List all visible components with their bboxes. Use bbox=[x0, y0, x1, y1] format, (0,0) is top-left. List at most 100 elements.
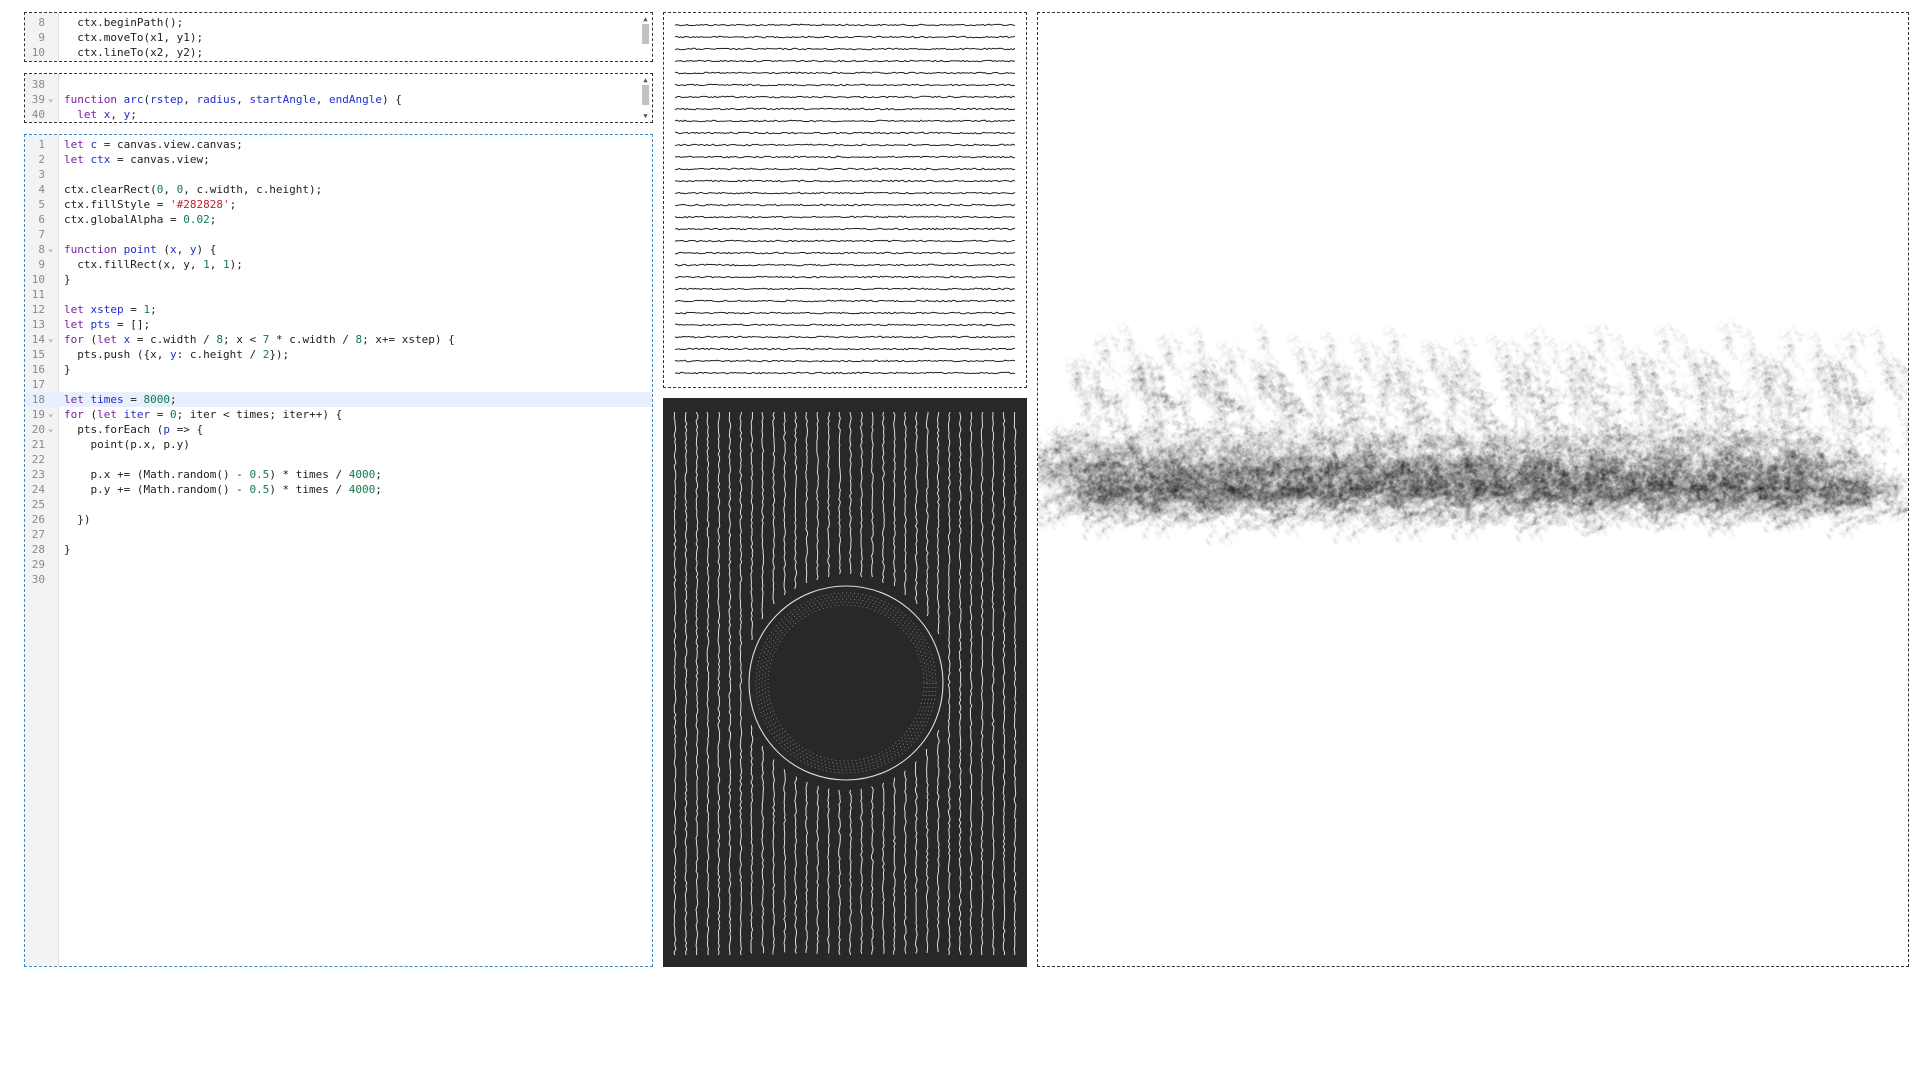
code-token: ) * times / bbox=[269, 483, 349, 496]
code-token: x bbox=[169, 243, 177, 256]
line-number: 8 bbox=[38, 16, 45, 29]
code-token: 0.5 bbox=[249, 468, 270, 481]
code-token: p bbox=[163, 423, 170, 436]
fold-chevron-icon[interactable]: ⌄ bbox=[48, 92, 53, 107]
fold-chevron-icon[interactable]: ⌄ bbox=[48, 407, 53, 422]
code-line[interactable]: 39 ⌄ function arc(rstep, radius, startAngl… bbox=[25, 92, 638, 107]
wavy-lines-artwork bbox=[664, 13, 1026, 387]
code-line[interactable]: 14 ⌄ for (let x = c.width / 8; x < 7 * c.w… bbox=[25, 332, 652, 347]
code-editor-main[interactable]: 1 let c = canvas.view.canvas; 2 let ctx = c… bbox=[24, 134, 653, 967]
fold-chevron-icon[interactable]: ⌄ bbox=[48, 242, 53, 257]
code-line[interactable]: 24 p.y += (Math.random() - 0.5) * times … bbox=[25, 482, 652, 497]
code-line[interactable]: 7 bbox=[25, 227, 652, 242]
code-token: ; bbox=[375, 468, 382, 481]
code-token: = []; bbox=[110, 318, 151, 331]
code-line[interactable]: 20 ⌄ pts.forEach (p => { bbox=[25, 422, 652, 437]
code-line[interactable]: 9 ctx.moveTo(x1, y1); bbox=[25, 30, 638, 45]
code-line[interactable]: 23 p.x += (Math.random() - 0.5) * times … bbox=[25, 467, 652, 482]
code-line[interactable]: 1 let c = canvas.view.canvas; bbox=[25, 137, 652, 152]
code-line[interactable]: 22 bbox=[25, 452, 652, 467]
code-token: ; bbox=[375, 483, 382, 496]
code-editor-snippet-1[interactable]: 8 ctx.beginPath(); 9 ctx.moveTo(x1, y1); 1… bbox=[24, 12, 653, 62]
code-line[interactable]: 3 bbox=[25, 167, 652, 182]
code-token: = bbox=[150, 408, 170, 421]
code-line[interactable]: 18 let times = 8000; bbox=[25, 392, 652, 407]
code-token: ; x+= xstep) { bbox=[362, 333, 455, 346]
code-line[interactable]: 4 ctx.clearRect(0, 0, c.width, c.height); bbox=[25, 182, 652, 197]
code-line[interactable]: 30 bbox=[25, 572, 652, 587]
code-token: let bbox=[77, 108, 104, 121]
scrollbar[interactable]: ▲ bbox=[641, 15, 650, 59]
line-number: 8 bbox=[38, 243, 45, 256]
code-line[interactable]: 17 bbox=[25, 377, 652, 392]
code-token: p.y += (Math.random() - bbox=[64, 483, 250, 496]
vertical-lines-artwork bbox=[663, 398, 1027, 967]
line-number: 19 bbox=[31, 408, 45, 421]
code-text: } bbox=[64, 542, 71, 557]
code-line[interactable]: 13 let pts = []; bbox=[25, 317, 652, 332]
scrollbar[interactable]: ▲ ▼ bbox=[641, 76, 650, 120]
code-token: ctx.clearRect( bbox=[64, 183, 157, 196]
code-line[interactable]: 27 bbox=[25, 527, 652, 542]
code-token: }); bbox=[269, 348, 290, 361]
code-line[interactable]: 40 let x, y; bbox=[25, 107, 638, 122]
code-line[interactable]: 12 let xstep = 1; bbox=[25, 302, 652, 317]
line-number: 6 bbox=[38, 213, 45, 226]
code-text: ctx.clearRect(0, 0, c.width, c.height); bbox=[64, 182, 322, 197]
code-token: for bbox=[64, 408, 84, 421]
line-number: 3 bbox=[38, 168, 45, 181]
code-line[interactable]: 28} bbox=[25, 542, 652, 557]
code-token: function bbox=[64, 93, 124, 106]
code-line[interactable]: 2 let ctx = canvas.view; bbox=[25, 152, 652, 167]
code-token: pts.push ({x, bbox=[64, 348, 170, 361]
code-token: p.x += (Math.random() - bbox=[64, 468, 250, 481]
code-line[interactable]: 26 }) bbox=[25, 512, 652, 527]
code-token: 8 bbox=[216, 333, 223, 346]
code-token: point bbox=[123, 243, 157, 256]
code-line[interactable]: 29 bbox=[25, 557, 652, 572]
line-number: 22 bbox=[31, 453, 45, 466]
code-token: ; bbox=[209, 213, 217, 226]
code-token: ; bbox=[130, 108, 137, 121]
canvas-background bbox=[663, 398, 1027, 967]
code-editor-snippet-2[interactable]: 38 39 ⌄ function arc(rstep, radius, startAn… bbox=[24, 73, 653, 123]
code-token: let bbox=[97, 408, 124, 421]
code-line[interactable]: 19 ⌄ for (let iter = 0; iter < times; iter… bbox=[25, 407, 652, 422]
code-text: ctx.fillStyle = '#282828'; bbox=[64, 197, 236, 212]
code-text: ctx.moveTo(x1, y1); bbox=[64, 30, 203, 45]
code-line[interactable]: 16} bbox=[25, 362, 652, 377]
line-number: 21 bbox=[31, 438, 45, 451]
code-line[interactable]: 10} bbox=[25, 272, 652, 287]
line-number: 12 bbox=[31, 303, 45, 316]
code-text: pts.push ({x, y: c.height / 2}); bbox=[64, 347, 289, 362]
code-token: , bbox=[110, 108, 124, 121]
line-number: 14 bbox=[31, 333, 45, 346]
code-token: ) { bbox=[196, 243, 217, 256]
code-token: pts bbox=[90, 318, 111, 331]
code-line[interactable]: 15 pts.push ({x, y: c.height / 2}); bbox=[25, 347, 652, 362]
code-text: ctx.globalAlpha = 0.02; bbox=[64, 212, 216, 227]
line-number: 7 bbox=[38, 228, 45, 241]
fold-chevron-icon[interactable]: ⌄ bbox=[48, 332, 53, 347]
code-line[interactable]: 38 bbox=[25, 77, 638, 92]
code-text: }) bbox=[64, 512, 90, 527]
code-token: 0.02 bbox=[183, 213, 210, 226]
random-walk-artwork bbox=[1038, 13, 1908, 966]
code-line[interactable]: 25 bbox=[25, 497, 652, 512]
code-line[interactable]: 6 ctx.globalAlpha = 0.02; bbox=[25, 212, 652, 227]
code-token: 0.5 bbox=[249, 483, 270, 496]
code-text: ctx.lineTo(x2, y2); bbox=[64, 45, 203, 60]
code-token: ctx.fillRect(x, y, bbox=[64, 258, 204, 271]
line-number: 16 bbox=[31, 363, 45, 376]
code-line[interactable]: 21 point(p.x, p.y) bbox=[25, 437, 652, 452]
fold-chevron-icon[interactable]: ⌄ bbox=[48, 422, 53, 437]
code-line[interactable]: 8 ⌄ function point (x, y) { bbox=[25, 242, 652, 257]
code-line[interactable]: 10 ctx.lineTo(x2, y2); bbox=[25, 45, 638, 60]
line-number: 29 bbox=[31, 558, 45, 571]
code-line[interactable]: 8 ctx.beginPath(); bbox=[25, 15, 638, 30]
code-token: ); bbox=[229, 258, 243, 271]
code-line[interactable]: 9 ctx.fillRect(x, y, 1, 1); bbox=[25, 257, 652, 272]
code-text: let x, y; bbox=[64, 107, 137, 122]
code-line[interactable]: 11 bbox=[25, 287, 652, 302]
code-line[interactable]: 5 ctx.fillStyle = '#282828'; bbox=[25, 197, 652, 212]
